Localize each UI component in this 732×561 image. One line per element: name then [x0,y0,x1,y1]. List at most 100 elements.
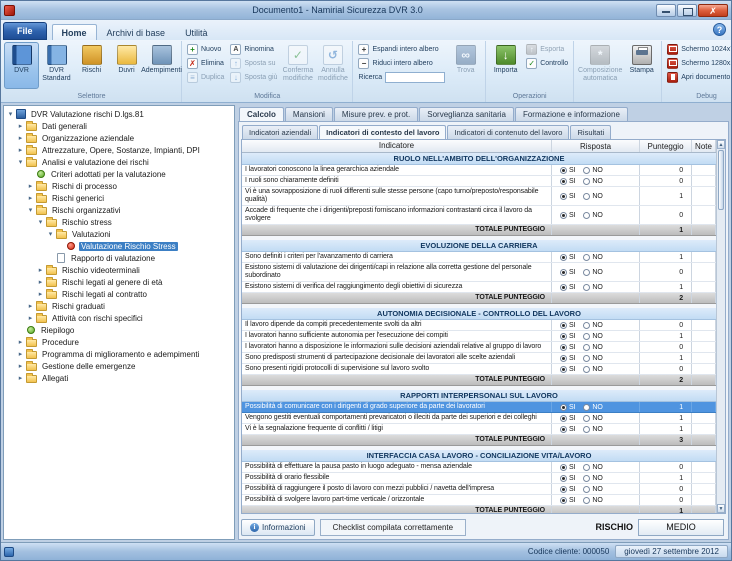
scrollbar-thumb[interactable] [718,150,724,210]
expander-icon[interactable]: ▾ [16,158,25,166]
duvri-button[interactable]: Duvri [109,42,144,89]
tree-item-gestione-delle-emergenze[interactable]: ▸Gestione delle emergenze [4,360,234,372]
tree-item-attivit-con-rischi-specifici[interactable]: ▸Attività con rischi specifici [4,312,234,324]
file-button[interactable]: File [3,22,47,40]
controllo-button[interactable]: ✓Controllo [523,56,571,70]
expander-icon[interactable]: ▸ [36,266,45,274]
radio-no[interactable] [583,333,590,340]
search-input[interactable] [385,72,445,83]
expander-icon[interactable]: ▾ [6,110,15,118]
radio-si[interactable] [560,193,567,200]
radio-si[interactable] [560,464,567,471]
radio-no[interactable] [583,212,590,219]
tree-item-dvr-valutazione-rischi-d-lgs-81[interactable]: ▾DVR Valutazione rischi D.lgs.81 [4,108,234,120]
radio-no[interactable] [583,426,590,433]
radio-si[interactable] [560,366,567,373]
checklist-row[interactable]: Vi è la segnalazione frequente di confli… [242,424,716,435]
tree-item-rischi-di-processo[interactable]: ▸Rischi di processo [4,180,234,192]
radio-no[interactable] [583,486,590,493]
schermo-1280x1024-button[interactable]: Schermo 1280x1024 [664,56,731,70]
checklist-row[interactable]: Esistono sistemi di valutazione dei diri… [242,263,716,282]
apri-documento-button[interactable]: Apri documento [664,70,731,84]
radio-no[interactable] [583,269,590,276]
tab-misure-prev-e-prot[interactable]: Misure prev. e prot. [334,107,418,121]
radio-no[interactable] [583,415,590,422]
radio-no[interactable] [583,497,590,504]
rinomina-button[interactable]: ARinomina [227,42,280,56]
importa-button[interactable]: ↓Importa [488,42,523,89]
minimize-button[interactable] [656,4,676,17]
schermo-1024x768-button[interactable]: Schermo 1024x768 [664,42,731,56]
checklist-row[interactable]: Il lavoro dipende da compiti precedentem… [242,320,716,331]
radio-si[interactable] [560,212,567,219]
expander-icon[interactable]: ▸ [26,302,35,310]
checklist-row[interactable]: Possibilità di orario flessibileSINO1 [242,473,716,484]
tab-mansioni[interactable]: Mansioni [285,107,333,121]
radio-si[interactable] [560,404,567,411]
maximize-button[interactable] [677,4,697,17]
tree-item-dati-generali[interactable]: ▸Dati generali [4,120,234,132]
expander-icon[interactable]: ▸ [16,122,25,130]
radio-no[interactable] [583,193,590,200]
radio-no[interactable] [583,464,590,471]
expander-icon[interactable]: ▸ [26,182,35,190]
subtab-indicatori-di-contenuto-del-lavoro[interactable]: Indicatori di contenuto del lavoro [447,125,569,139]
tree-item-rischi-legati-al-contratto[interactable]: ▸Rischi legati al contratto [4,288,234,300]
expander-icon[interactable]: ▸ [16,362,25,370]
radio-no[interactable] [583,178,590,185]
tree-item-rischio-videoterminali[interactable]: ▸Rischio videoterminali [4,264,234,276]
checklist-row[interactable]: Esistono sistemi di verifica del raggiun… [242,282,716,293]
dvr-button[interactable]: DVR [4,42,39,89]
tab-formazione-e-informazione[interactable]: Formazione e informazione [515,107,628,121]
subtab-indicatori-di-contesto-del-lavoro[interactable]: Indicatori di contesto del lavoro [319,125,446,139]
tab-sorveglianza-sanitaria[interactable]: Sorveglianza sanitaria [419,107,514,121]
informazioni-button[interactable]: i Informazioni [241,519,315,536]
tree-item-programma-di-miglioramento-e-adempimenti[interactable]: ▸Programma di miglioramento e adempiment… [4,348,234,360]
checklist-row[interactable]: I lavoratori hanno a disposizione le inf… [242,342,716,353]
checklist-row[interactable]: Vi è una sovrapposizione di ruoli differ… [242,187,716,206]
checklist-row[interactable]: I ruoli sono chiaramente definitiSINO0 [242,176,716,187]
expander-icon[interactable]: ▸ [16,338,25,346]
tab-calcolo[interactable]: Calcolo [239,107,284,121]
ribbon-tab-home[interactable]: Home [52,24,97,40]
checklist-row[interactable]: I lavoratori hanno sufficiente autonomia… [242,331,716,342]
radio-si[interactable] [560,254,567,261]
elimina-button[interactable]: ✗Elimina [184,56,227,70]
expander-icon[interactable]: ▸ [16,350,25,358]
tree-item-procedure[interactable]: ▸Procedure [4,336,234,348]
rischio-value[interactable]: MEDIO [638,519,724,536]
stampa-button[interactable]: Stampa [624,42,659,89]
radio-si[interactable] [560,426,567,433]
tree-item-rischio-stress[interactable]: ▾Rischio stress [4,216,234,228]
adempimenti-button[interactable]: Adempimenti [144,42,179,89]
expander-icon[interactable]: ▸ [16,134,25,142]
radio-si[interactable] [560,284,567,291]
vertical-scrollbar[interactable]: ▲ ▼ [716,140,725,513]
radio-no[interactable] [583,366,590,373]
checklist-row[interactable]: I lavoratori conoscono la linea gerarchi… [242,165,716,176]
tree-item-organizzazione-aziendale[interactable]: ▸Organizzazione aziendale [4,132,234,144]
expander-icon[interactable]: ▾ [26,206,35,214]
radio-si[interactable] [560,344,567,351]
radio-si[interactable] [560,415,567,422]
radio-si[interactable] [560,497,567,504]
radio-no[interactable] [583,355,590,362]
radio-si[interactable] [560,269,567,276]
tree-item-rischi-organizzativi[interactable]: ▾Rischi organizzativi [4,204,234,216]
ribbon-tab-utilit[interactable]: Utilità [175,24,218,40]
close-button[interactable] [698,4,728,17]
ribbon-tab-archivi-di-base[interactable]: Archivi di base [97,24,176,40]
expander-icon[interactable]: ▸ [36,278,45,286]
checklist-row[interactable]: Vengono gestiti eventuali comportamenti … [242,413,716,424]
expander-icon[interactable]: ▸ [26,314,35,322]
subtab-risultati[interactable]: Risultati [570,125,611,139]
radio-si[interactable] [560,322,567,329]
expander-icon[interactable]: ▸ [16,146,25,154]
radio-si[interactable] [560,355,567,362]
expander-icon[interactable]: ▸ [16,374,25,382]
checklist-row[interactable]: Possibilità di effettuare la pausa pasto… [242,462,716,473]
checklist-row[interactable]: Possibilità di svolgere lavoro part-time… [242,495,716,506]
radio-si[interactable] [560,178,567,185]
tree-item-attrezzature-opere-sostanze-impianti-dpi[interactable]: ▸Attrezzature, Opere, Sostanze, Impianti… [4,144,234,156]
expander-icon[interactable]: ▾ [36,218,45,226]
